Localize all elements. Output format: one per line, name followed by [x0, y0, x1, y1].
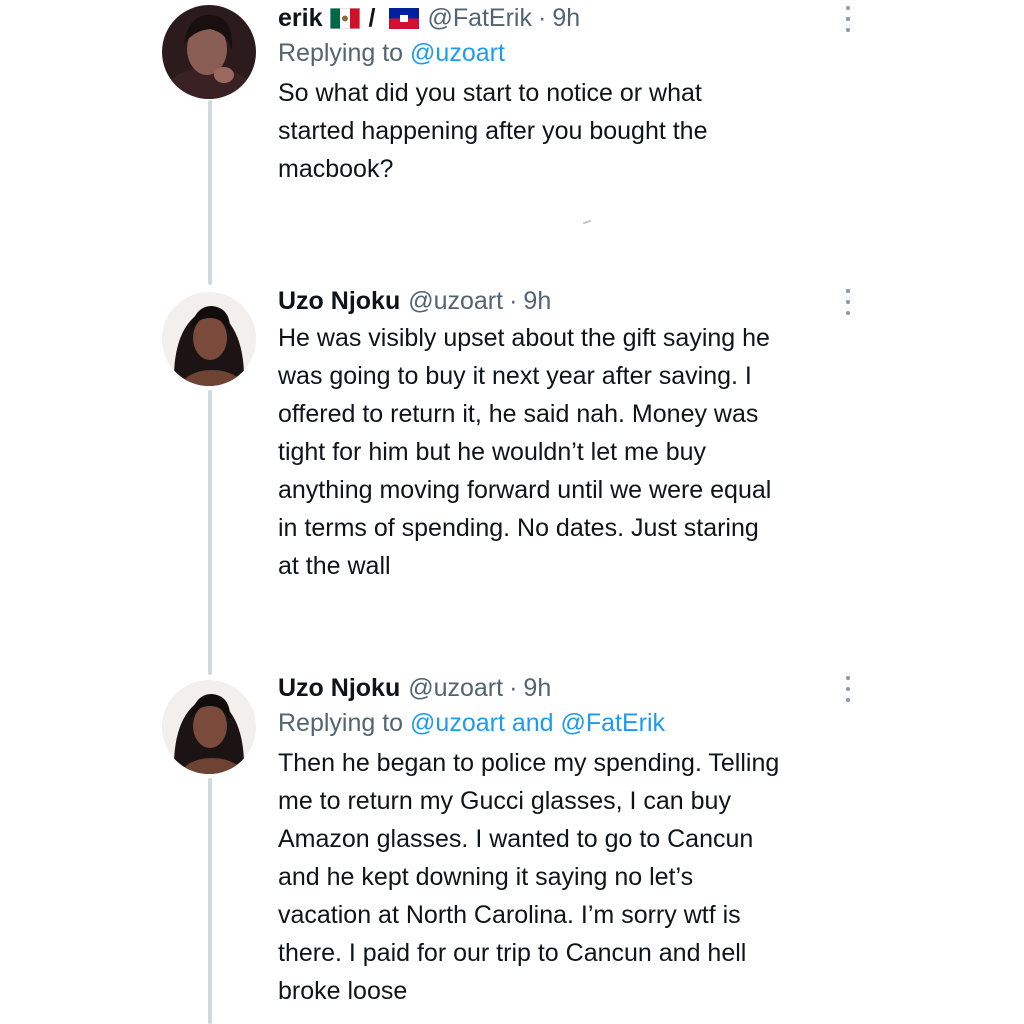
timestamp[interactable]: 9h	[552, 2, 580, 34]
tweet[interactable]: Uzo Njoku @uzoart · 9h Replying to @uzoa…	[278, 672, 878, 1010]
mention-link[interactable]: @uzoart and @FatErik	[410, 709, 665, 737]
tweet-text-line: was going to buy it next year after savi…	[278, 362, 752, 390]
more-options-icon[interactable]	[842, 676, 854, 702]
timestamp[interactable]: 9h	[523, 672, 551, 704]
replying-to: Replying to @uzoart	[278, 34, 878, 72]
user-handle[interactable]: @uzoart	[408, 672, 503, 704]
tweet-text-line: Then he began to police my spending. Tel…	[278, 749, 780, 777]
tweet-text-line: He was visibly upset about the gift sayi…	[278, 324, 770, 352]
profile-photo	[162, 292, 256, 386]
replying-to-label: Replying to	[278, 709, 404, 737]
tweet-text-line: there. I paid for our trip to Cancun and…	[278, 939, 747, 967]
name-separator: /	[368, 4, 376, 32]
tweet-header: erik / @FatErik · 9h	[278, 2, 878, 34]
tweet-text-line: started happening after you bought the	[278, 117, 708, 145]
display-name[interactable]: Uzo Njoku	[278, 672, 400, 704]
tweet-text-line: So what did you start to notice or what	[278, 79, 702, 107]
mexico-flag-icon	[330, 7, 361, 29]
stray-mark	[582, 219, 592, 225]
tweet-text-line: tight for him but he wouldn’t let me buy	[278, 438, 707, 466]
tweet-header: Uzo Njoku @uzoart · 9h	[278, 672, 878, 704]
display-name[interactable]: Uzo Njoku	[278, 285, 400, 317]
tweet-text-line: in terms of spending. No dates. Just sta…	[278, 514, 759, 542]
more-options-icon[interactable]	[842, 289, 854, 315]
tweet-header: Uzo Njoku @uzoart · 9h	[278, 285, 878, 317]
separator-dot: ·	[538, 4, 547, 32]
tweet-text-line: and he kept downing it saying no let’s	[278, 863, 694, 891]
replying-to: Replying to @uzoart and @FatErik	[278, 704, 878, 742]
tweet[interactable]: erik / @FatErik · 9h Replying to @uzoart	[278, 2, 878, 188]
tweet[interactable]: Uzo Njoku @uzoart · 9h He was visibly up…	[278, 285, 878, 585]
haiti-flag-icon	[389, 7, 420, 29]
mention-link[interactable]: @uzoart	[410, 39, 505, 67]
avatar-erik[interactable]	[162, 5, 256, 99]
tweet-text: He was visibly upset about the gift sayi…	[278, 319, 878, 585]
avatar-uzo-njoku[interactable]	[162, 680, 256, 774]
tweet-text-line: anything moving forward until we were eq…	[278, 476, 772, 504]
separator-dot: ·	[509, 674, 518, 702]
tweet-text-line: at the wall	[278, 552, 391, 580]
display-name[interactable]: erik	[278, 2, 322, 34]
separator-dot: ·	[509, 287, 518, 315]
avatar-uzo-njoku[interactable]	[162, 292, 256, 386]
tweet-text-line: macbook?	[278, 155, 394, 183]
tweet-text: So what did you start to notice or what …	[278, 74, 878, 188]
tweet-text-line: vacation at North Carolina. I’m sorry wt…	[278, 901, 741, 929]
user-handle[interactable]: @FatErik	[427, 2, 532, 34]
tweet-text: Then he began to police my spending. Tel…	[278, 744, 878, 1010]
replying-to-label: Replying to	[278, 39, 404, 67]
tweet-text-line: broke loose	[278, 977, 408, 1005]
user-handle[interactable]: @uzoart	[408, 285, 503, 317]
timestamp[interactable]: 9h	[523, 285, 551, 317]
more-options-icon[interactable]	[842, 6, 854, 32]
profile-photo	[162, 5, 256, 99]
thread-connector-line	[208, 100, 212, 285]
tweet-text-line: offered to return it, he said nah. Money…	[278, 400, 759, 428]
profile-photo	[162, 680, 256, 774]
thread-connector-line	[208, 390, 212, 675]
thread-connector-line	[208, 778, 212, 1024]
tweet-text-line: Amazon glasses. I wanted to go to Cancun	[278, 825, 754, 853]
tweet-text-line: me to return my Gucci glasses, I can buy	[278, 787, 731, 815]
